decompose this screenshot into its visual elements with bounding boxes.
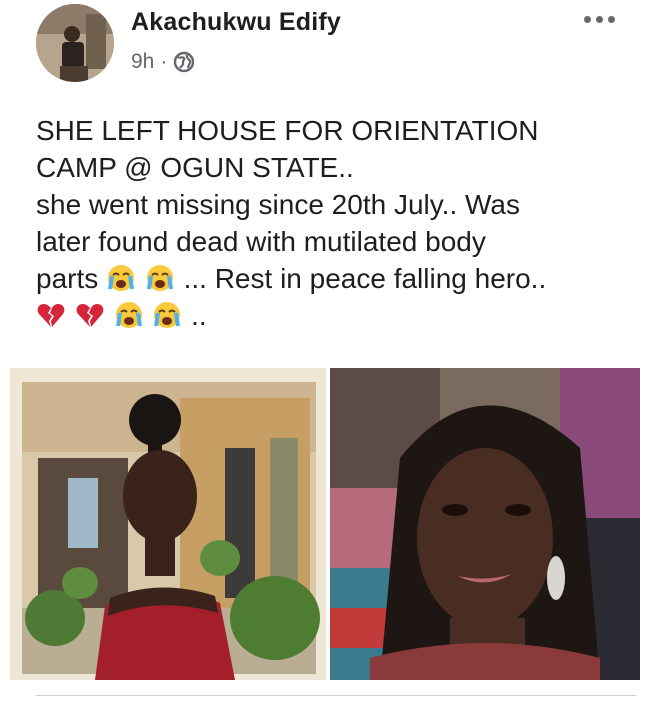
globe-icon[interactable] bbox=[173, 51, 195, 73]
post-header: Akachukwu Edify 9h · bbox=[0, 0, 655, 92]
post-line-text: parts bbox=[36, 263, 99, 294]
broken-heart-icon bbox=[36, 300, 66, 330]
post-body: SHE LEFT HOUSE FOR ORIENTATION CAMP @ OG… bbox=[36, 112, 636, 334]
crying-face-icon bbox=[114, 300, 144, 330]
post-line-with-emoji: parts ... Rest in peace falling hero.. bbox=[36, 260, 636, 297]
author-avatar[interactable] bbox=[36, 4, 114, 82]
author-name[interactable]: Akachukwu Edify bbox=[131, 8, 341, 37]
post-line: SHE LEFT HOUSE FOR ORIENTATION bbox=[36, 115, 539, 146]
post-line: she went missing since 20th July.. Was bbox=[36, 189, 520, 220]
crying-face-icon bbox=[106, 263, 136, 293]
meta-separator: · bbox=[160, 50, 168, 73]
post-line-text: .. bbox=[191, 300, 207, 331]
post-line-text: ... Rest in peace falling hero.. bbox=[183, 263, 547, 294]
post-photos bbox=[10, 368, 640, 680]
broken-heart-icon bbox=[75, 300, 105, 330]
post-timestamp[interactable]: 9h bbox=[131, 50, 154, 74]
photo-woman-selfie[interactable] bbox=[330, 368, 640, 680]
post-divider bbox=[36, 695, 636, 696]
more-options-icon[interactable] bbox=[580, 12, 619, 27]
crying-face-icon bbox=[145, 263, 175, 293]
post-line-with-emoji: .. bbox=[36, 297, 636, 334]
photo-woman-red-dress[interactable] bbox=[10, 368, 326, 680]
crying-face-icon bbox=[152, 300, 182, 330]
post-meta: 9h · bbox=[131, 50, 195, 74]
post-line: later found dead with mutilated body bbox=[36, 226, 486, 257]
post-line: CAMP @ OGUN STATE.. bbox=[36, 152, 354, 183]
